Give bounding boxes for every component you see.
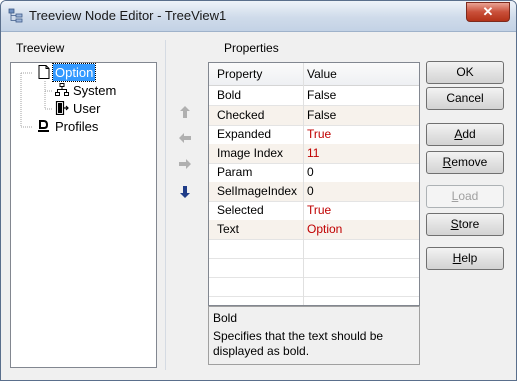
treeview-label: Treeview: [16, 41, 65, 55]
remove-button[interactable]: Remove: [426, 151, 504, 174]
property-name: SelImageIndex: [217, 184, 298, 198]
property-row[interactable]: Checked False: [209, 106, 419, 126]
property-value[interactable]: True: [307, 203, 331, 217]
column-divider[interactable]: [303, 63, 304, 305]
property-row[interactable]: Image Index 11: [209, 144, 419, 164]
grid-header: Property Value: [209, 63, 419, 86]
property-value[interactable]: Option: [307, 222, 342, 236]
property-row[interactable]: Bold False: [209, 86, 419, 106]
properties-grid[interactable]: Property Value Bold False Checked False …: [208, 62, 420, 306]
button-label: dd: [462, 127, 476, 141]
move-left-icon[interactable]: [177, 130, 193, 146]
load-button[interactable]: Load: [426, 185, 504, 208]
property-name: Selected: [217, 203, 264, 217]
ok-button[interactable]: OK: [426, 61, 504, 84]
network-icon: [55, 83, 69, 96]
property-row[interactable]: Selected True: [209, 201, 419, 221]
button-label: OK: [456, 65, 474, 79]
tree-node-label: Profiles: [55, 119, 99, 134]
property-name: Image Index: [217, 146, 284, 160]
property-value[interactable]: 0: [307, 165, 314, 179]
window-title: Treeview Node Editor - TreeView1: [29, 8, 227, 23]
button-label: oad: [458, 189, 479, 203]
property-row[interactable]: SelImageIndex 0: [209, 182, 419, 202]
description-panel: Bold Specifies that the text should be d…: [208, 306, 420, 365]
property-column-header: Property: [217, 67, 263, 81]
profile-icon: [38, 120, 49, 132]
move-right-icon[interactable]: [177, 156, 193, 172]
button-label: elp: [461, 251, 478, 265]
help-button[interactable]: Help: [426, 247, 504, 270]
close-button[interactable]: ✕: [466, 2, 510, 22]
property-value[interactable]: False: [307, 88, 336, 102]
treeview-panel[interactable]: Option System User Profiles: [10, 62, 157, 368]
property-name: Bold: [217, 88, 242, 102]
empty-row: [209, 277, 419, 297]
add-button[interactable]: Add: [426, 123, 504, 146]
document-icon: [38, 65, 50, 79]
property-name: Text: [217, 222, 240, 236]
panel-separator: [165, 40, 166, 370]
title-bar[interactable]: Treeview Node Editor - TreeView1 ✕: [1, 1, 516, 32]
tree-node-label: User: [73, 101, 101, 116]
user-door-icon: [55, 101, 69, 115]
property-name: Checked: [217, 108, 265, 122]
close-icon: ✕: [482, 4, 494, 19]
cancel-button[interactable]: Cancel: [426, 87, 504, 110]
property-row[interactable]: Text Option: [209, 220, 419, 240]
empty-row: [209, 258, 419, 278]
property-value[interactable]: True: [307, 127, 331, 141]
property-row[interactable]: Param 0: [209, 163, 419, 183]
button-label: Cancel: [446, 91, 484, 105]
button-label: emove: [451, 155, 488, 169]
properties-label: Properties: [224, 41, 279, 55]
property-value[interactable]: 11: [307, 146, 319, 160]
move-up-icon[interactable]: [177, 104, 193, 120]
tree-node-label: Option: [51, 63, 97, 82]
store-button[interactable]: Store: [426, 213, 504, 236]
description-title: Bold: [213, 311, 238, 325]
treeview-app-icon: [8, 8, 23, 23]
empty-row: [209, 239, 419, 259]
property-name: Param: [217, 165, 253, 179]
button-label: tore: [458, 217, 480, 231]
move-down-icon[interactable]: [177, 184, 193, 200]
tree-node-label: System: [73, 83, 117, 98]
button-accel-key: R: [442, 155, 452, 169]
button-accel-key: S: [450, 217, 459, 231]
description-text: Specifies that the text should be displa…: [213, 329, 384, 358]
property-value[interactable]: False: [307, 108, 336, 122]
property-row[interactable]: Expanded True: [209, 125, 419, 145]
property-value[interactable]: 0: [307, 184, 314, 198]
property-name: Expanded: [217, 127, 272, 141]
value-column-header: Value: [307, 67, 337, 81]
